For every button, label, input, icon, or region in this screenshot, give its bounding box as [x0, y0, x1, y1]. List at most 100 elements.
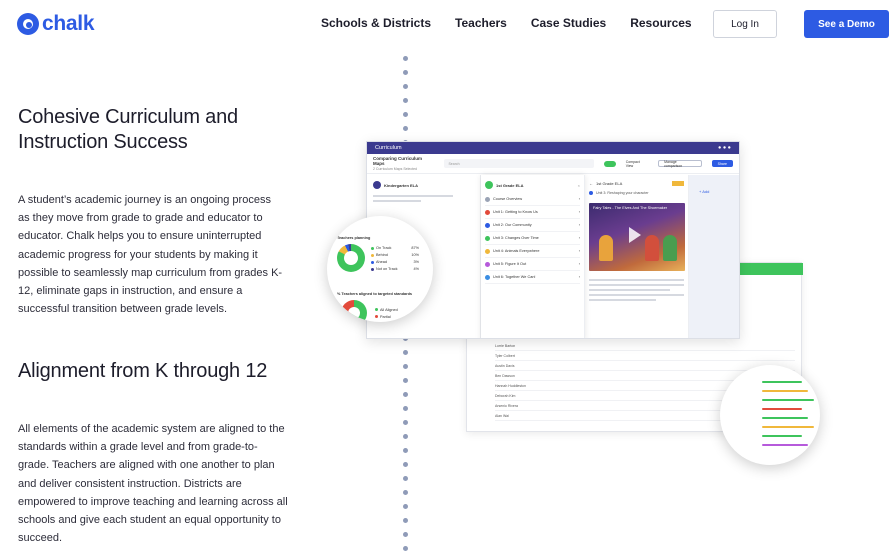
see-demo-button[interactable]: See a Demo	[804, 10, 889, 38]
site-header: chalk Schools & Districts Teachers Case …	[0, 0, 895, 48]
planning-legend-item: On Track 87%	[371, 246, 419, 250]
unit-list: Course Overview › Unit 1: Getting to Know …	[485, 193, 580, 284]
divider-dot	[403, 126, 408, 131]
unit-list-item[interactable]: Course Overview ›	[485, 193, 580, 206]
divider-dot	[403, 378, 408, 383]
col2-title: 1st Grade ELA	[496, 182, 524, 188]
lesson-video-thumbnail[interactable]: Fairy Tales - The Elves And The Shoemake…	[589, 203, 685, 271]
logo-text: chalk	[42, 12, 95, 35]
standards-progress-callout	[720, 365, 820, 465]
divider-dot	[403, 364, 408, 369]
compact-view-toggle[interactable]	[603, 160, 616, 167]
video-character	[645, 235, 659, 261]
back-arrow-icon[interactable]: ←	[589, 181, 593, 186]
unit-list-item[interactable]: Unit 4: Animals Everywhere ›	[485, 245, 580, 258]
standard-progress-bar	[762, 435, 802, 437]
section-body-curriculum: A student’s academic journey is an ongoi…	[18, 194, 283, 316]
unit-list-item[interactable]: Unit 3: Changes Over Time ›	[485, 232, 580, 245]
aligned-donut-chart	[341, 300, 367, 322]
student-name: Tyler Colbert	[495, 354, 515, 358]
unit-color-icon	[485, 196, 490, 202]
unit-label: Course Overview	[493, 197, 523, 201]
add-column: + Add	[689, 175, 739, 338]
aligned-title: % Teachers aligned to targeted standards	[337, 292, 413, 296]
divider-dot	[403, 476, 408, 481]
section-heading-alignment: Alignment from K through 12	[18, 360, 268, 382]
add-column-button[interactable]: + Add	[699, 189, 709, 194]
table-row: Tyler Colbert	[495, 351, 795, 361]
divider-dot	[403, 490, 408, 495]
divider-dot	[403, 112, 408, 117]
unit-label: Unit 3: Changes Over Time	[493, 236, 539, 240]
nav-schools-districts[interactable]: Schools & Districts	[321, 16, 431, 30]
course-avatar-icon	[485, 181, 493, 189]
aligned-legend-all: All Aligned	[375, 308, 398, 312]
first-grade-units-column: 1st Grade ELA × Course Overview › Unit 1: …	[481, 175, 585, 338]
unit-color-icon	[485, 248, 490, 254]
divider-dot	[403, 56, 408, 61]
unit-list-item[interactable]: Unit 6: Together We Can! ›	[485, 271, 580, 284]
chevron-right-icon: ›	[578, 275, 580, 279]
divider-dot	[403, 504, 408, 509]
unit-label: Unit 2: Our Community	[493, 223, 532, 227]
unit-label: Unit 5: Figure It Out	[493, 262, 527, 266]
standard-progress-bar	[762, 417, 808, 419]
planning-donut-chart	[337, 244, 365, 272]
standard-progress-bar	[762, 426, 814, 428]
unit-list-item[interactable]: Unit 5: Figure It Out ›	[485, 258, 580, 271]
login-button[interactable]: Log In	[713, 10, 777, 38]
unit-label: Unit 4: Animals Everywhere	[493, 249, 540, 253]
video-character	[599, 235, 613, 261]
student-name: Ben Dawson	[495, 374, 515, 378]
section-heading-curriculum: Cohesive Curriculum and Instruction Succ…	[18, 106, 238, 153]
unit-label: Unit 6: Together We Can!	[493, 275, 536, 279]
section-body-alignment: All elements of the academic system are …	[18, 423, 288, 545]
col1-title: Kindergarten ELA	[384, 182, 419, 188]
close-icon[interactable]: ×	[578, 183, 580, 188]
standard-progress-bar	[762, 381, 802, 383]
manage-comparison-button[interactable]: Manage comparison	[658, 160, 702, 168]
student-name: Hannah Huddleston	[495, 384, 526, 388]
chevron-right-icon: ›	[578, 223, 580, 227]
aligned-legend-partial: Partial	[375, 315, 391, 319]
planning-title: Teachers planning	[337, 236, 371, 240]
planning-legend-item: Not on Track 4%	[371, 267, 419, 271]
unit-dot-icon	[589, 191, 593, 195]
standard-progress-bar	[762, 444, 808, 446]
comparison-title: Comparing Curriculum Maps	[373, 156, 423, 166]
planning-legend-item: Ahead 3%	[371, 260, 419, 264]
divider-dot	[403, 392, 408, 397]
standard-progress-bar	[762, 390, 808, 392]
student-name: Alan Wai	[495, 414, 509, 418]
app-title: Curriculum	[375, 145, 402, 151]
unit-color-icon	[485, 209, 490, 215]
unit-color-icon	[485, 261, 490, 267]
chevron-right-icon: ›	[578, 236, 580, 240]
play-icon	[629, 227, 641, 243]
teachers-planning-callout: Teachers planning On Track 87% Behind 10% Ah…	[327, 216, 433, 322]
chalk-logo-icon	[17, 13, 39, 35]
nav-case-studies[interactable]: Case Studies	[531, 16, 606, 30]
lesson-description	[589, 279, 684, 301]
video-title: Fairy Tales - The Elves And The Shoemake…	[593, 206, 668, 210]
nav-resources[interactable]: Resources	[630, 16, 691, 30]
search-placeholder: Search	[448, 161, 460, 166]
divider-dot	[403, 518, 408, 523]
comparison-subtitle: 2 Curriculum Maps Selected	[373, 167, 417, 171]
divider-dot	[403, 448, 408, 453]
unit-list-item[interactable]: Unit 2: Our Community ›	[485, 219, 580, 232]
chevron-right-icon: ›	[578, 210, 580, 214]
divider-dot	[403, 546, 408, 551]
divider-dot	[403, 406, 408, 411]
unit-label: Unit 1: Getting to Know Us	[493, 210, 538, 214]
app-search-input[interactable]: Search	[444, 159, 594, 168]
chalk-logo[interactable]: chalk	[17, 12, 95, 36]
chevron-right-icon: ›	[578, 262, 580, 266]
student-name: Austin Davis	[495, 364, 515, 368]
chevron-right-icon: ›	[578, 249, 580, 253]
unit-color-icon	[485, 274, 490, 280]
nav-teachers[interactable]: Teachers	[455, 16, 507, 30]
unit-list-item[interactable]: Unit 1: Getting to Know Us ›	[485, 206, 580, 219]
share-button[interactable]: Share	[711, 160, 733, 167]
divider-dot	[403, 98, 408, 103]
